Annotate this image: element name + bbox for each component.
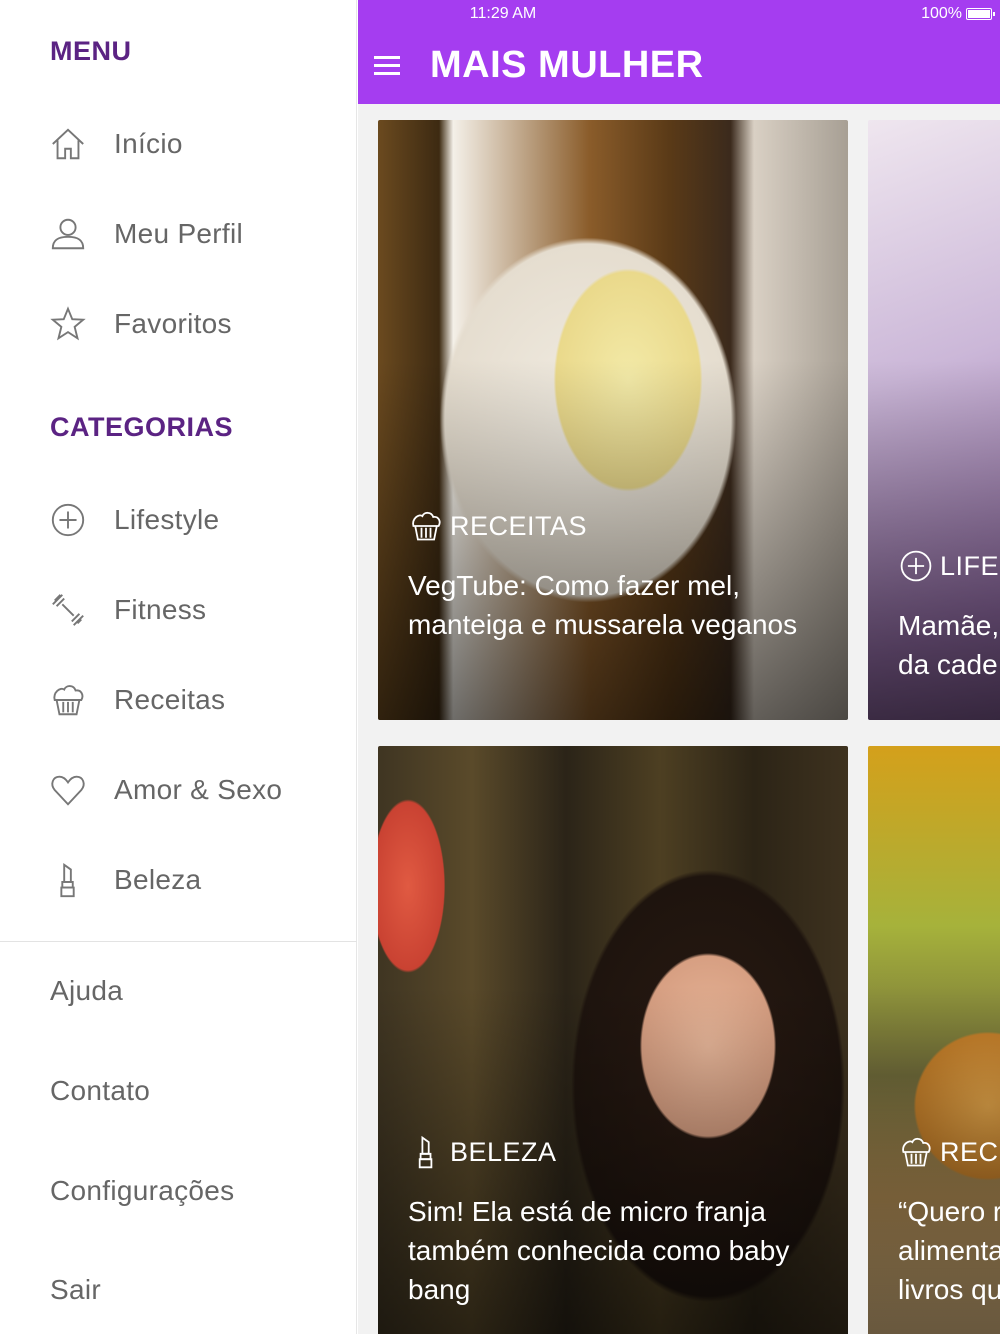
status-time: 11:29 AM bbox=[469, 5, 537, 22]
nav-item-label: Lifestyle bbox=[114, 504, 220, 535]
dumbbell-icon bbox=[48, 590, 88, 630]
article-card[interactable]: RECE “Quero r alimenta livros qu bbox=[868, 746, 1000, 1334]
nav-item-ajuda[interactable]: Ajuda bbox=[50, 975, 123, 1007]
article-card[interactable]: LIFES Mamãe, da cade bbox=[868, 120, 1000, 720]
battery-status: 100% bbox=[921, 5, 995, 23]
nav-item-sair[interactable]: Sair bbox=[50, 1274, 101, 1306]
card-category: RECEITAS bbox=[408, 508, 587, 544]
battery-icon bbox=[966, 8, 995, 20]
card-category: RECE bbox=[898, 1134, 1000, 1170]
app-bar: 11:29 AM 100% MAIS MULHER bbox=[358, 0, 1000, 104]
card-headline: VegTube: Como fazer mel, manteiga e muss… bbox=[408, 570, 798, 640]
app-title: MAIS MULHER bbox=[430, 44, 704, 86]
nav-item-label: Início bbox=[114, 128, 183, 159]
card-headline: “Quero r alimenta livros qu bbox=[898, 1196, 1000, 1305]
card-category: BELEZA bbox=[408, 1134, 557, 1170]
nav-item-favoritos[interactable]: Favoritos bbox=[0, 288, 357, 360]
nav-item-label: Receitas bbox=[114, 684, 226, 715]
card-category-label: RECE bbox=[940, 1136, 1000, 1167]
card-headline: Sim! Ela está de micro franja também con… bbox=[408, 1196, 790, 1305]
nav-item-lifestyle[interactable]: Lifestyle bbox=[0, 484, 357, 556]
categories-section-title: CATEGORIAS bbox=[50, 412, 234, 442]
nav-item-beleza[interactable]: Beleza bbox=[0, 844, 357, 916]
nav-item-meu-perfil[interactable]: Meu Perfil bbox=[0, 198, 357, 270]
nav-item-label: Fitness bbox=[114, 594, 207, 625]
cupcake-icon bbox=[48, 680, 88, 720]
lipstick-icon bbox=[418, 1135, 433, 1169]
nav-item-label: Meu Perfil bbox=[114, 218, 244, 249]
battery-percent: 100% bbox=[921, 5, 962, 22]
plus-circle-icon bbox=[900, 550, 932, 582]
plus-circle-icon bbox=[48, 500, 88, 540]
card-category: LIFES bbox=[898, 548, 1000, 584]
heart-icon bbox=[48, 770, 88, 810]
article-card[interactable]: RECEITAS VegTube: Como fazer mel, mantei… bbox=[378, 120, 848, 720]
nav-item-fitness[interactable]: Fitness bbox=[0, 574, 357, 646]
card-category-label: RECEITAS bbox=[450, 510, 588, 541]
nav-item-inicio[interactable]: Início bbox=[0, 108, 357, 180]
card-category-label: LIFES bbox=[940, 550, 1000, 581]
menu-section-title: MENU bbox=[50, 36, 132, 66]
nav-item-label: Beleza bbox=[114, 864, 202, 895]
card-headline: Mamãe, da cade bbox=[898, 610, 1000, 680]
drawer-divider bbox=[0, 941, 357, 942]
nav-item-contato[interactable]: Contato bbox=[50, 1075, 150, 1107]
card-category-label: BELEZA bbox=[450, 1136, 557, 1167]
nav-item-configuracoes[interactable]: Configurações bbox=[50, 1175, 234, 1207]
navigation-drawer: MENU Início Meu Perfil Favoritos CATEGOR… bbox=[0, 0, 357, 1334]
nav-item-label: Favoritos bbox=[114, 308, 232, 339]
article-card[interactable]: BELEZA Sim! Ela está de micro franja tam… bbox=[378, 746, 848, 1334]
lipstick-icon bbox=[48, 860, 88, 900]
cupcake-icon bbox=[902, 1137, 931, 1167]
main-content: 11:29 AM 100% MAIS MULHER RECEITAS VegTu… bbox=[358, 0, 1000, 1334]
star-icon bbox=[48, 304, 88, 344]
home-icon bbox=[48, 124, 88, 164]
user-icon bbox=[48, 214, 88, 254]
nav-item-amor-sexo[interactable]: Amor & Sexo bbox=[0, 754, 357, 826]
cupcake-icon bbox=[412, 511, 441, 541]
nav-item-receitas[interactable]: Receitas bbox=[0, 664, 357, 736]
menu-icon[interactable] bbox=[374, 56, 400, 76]
nav-item-label: Amor & Sexo bbox=[114, 774, 283, 805]
